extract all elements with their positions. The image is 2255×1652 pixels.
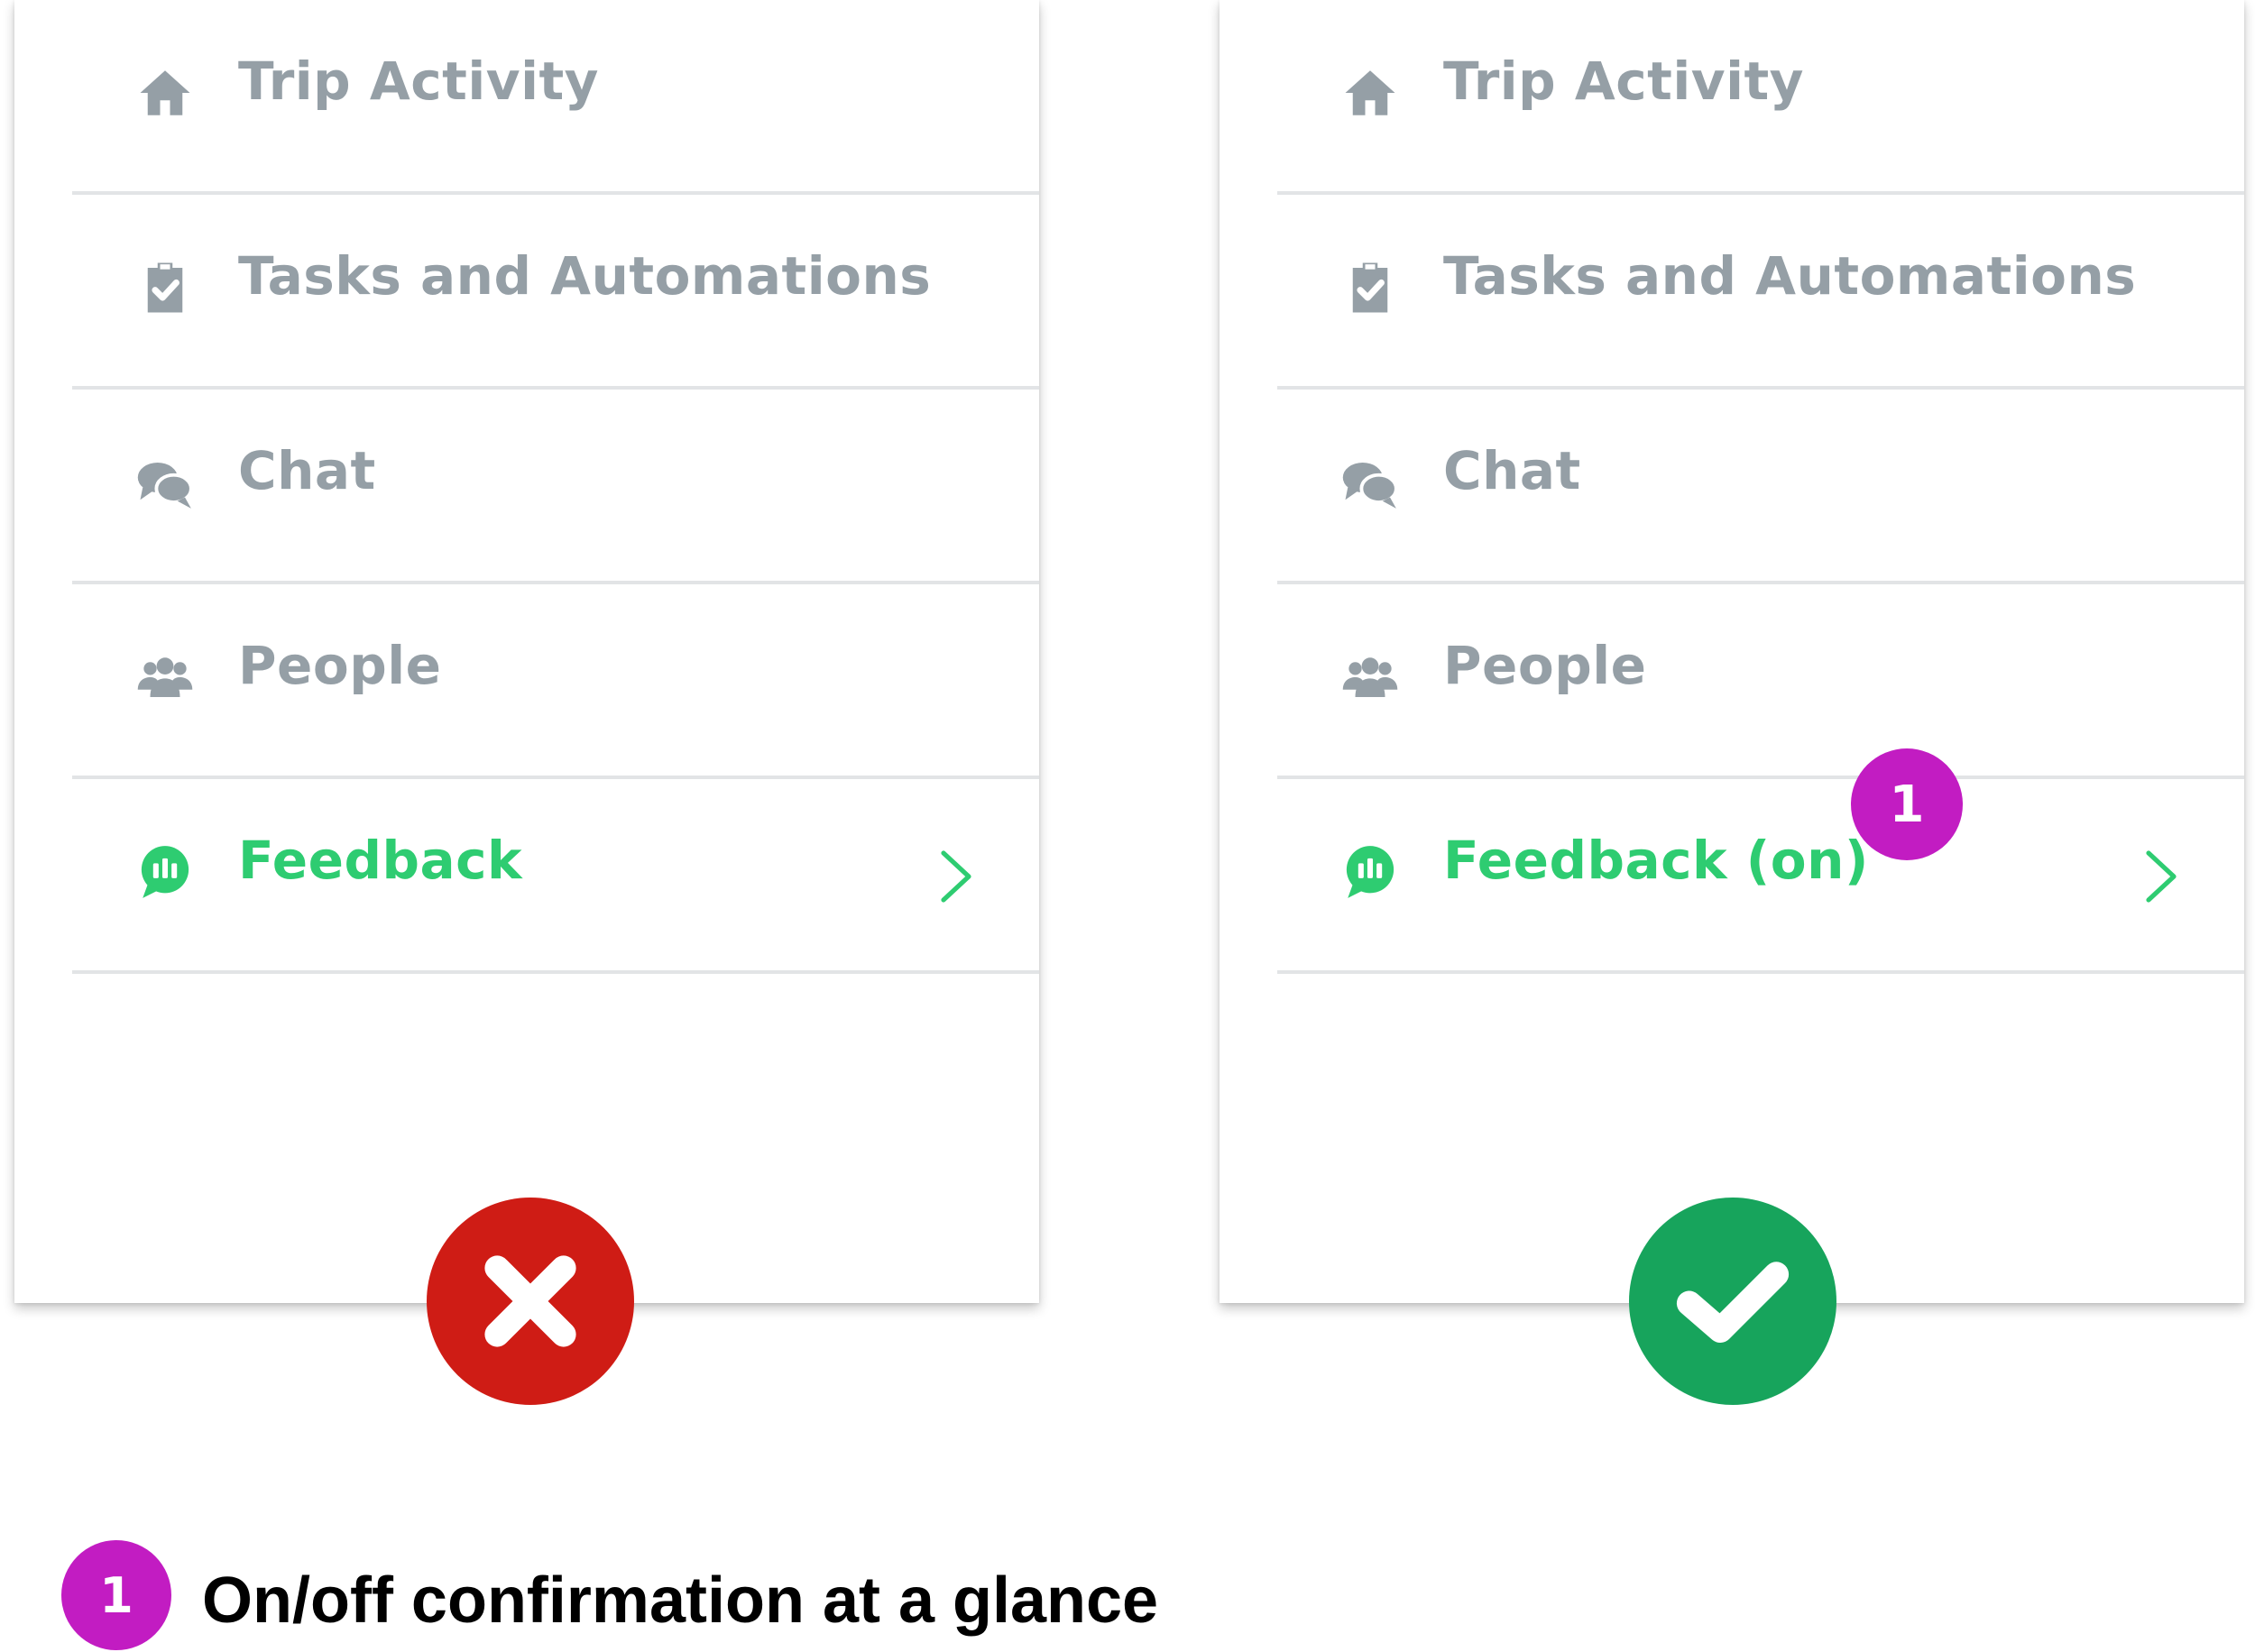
- menu-item-label: Tasks and Automations: [1443, 245, 2137, 307]
- menu-item-label: Trip Activity: [1443, 50, 1804, 112]
- good-example-panel: Trip Activity Tasks and Automations Chat…: [1220, 0, 2244, 1303]
- chevron-right-icon[interactable]: [2143, 848, 2179, 905]
- menu-item-chat[interactable]: Chat: [72, 390, 1039, 584]
- menu-item-people[interactable]: People: [72, 584, 1039, 779]
- clipboard-check-icon: [1340, 258, 1400, 317]
- menu-item-chat[interactable]: Chat: [1277, 390, 2244, 584]
- people-icon: [135, 647, 195, 707]
- people-icon: [1340, 647, 1400, 707]
- chevron-right-icon[interactable]: [938, 848, 974, 905]
- menu-item-label: People: [1443, 635, 1647, 696]
- chat-bubbles-icon: [135, 453, 195, 512]
- legend-text: On/off confirmation at a glance: [202, 1565, 1159, 1637]
- menu-item-label: Chat: [1443, 440, 1581, 501]
- menu-item-feedback[interactable]: Feedback (on): [1277, 779, 2244, 974]
- menu-item-tasks-and-automations[interactable]: Tasks and Automations: [72, 195, 1039, 390]
- chat-bubbles-icon: [1340, 453, 1400, 512]
- legend-number-badge: 1: [61, 1540, 171, 1650]
- annotation-number-badge: 1: [1851, 748, 1963, 860]
- menu-item-tasks-and-automations[interactable]: Tasks and Automations: [1277, 195, 2244, 390]
- home-icon: [1340, 63, 1400, 123]
- menu-item-label: Feedback: [238, 830, 523, 891]
- menu-item-label: Chat: [238, 440, 376, 501]
- menu-item-feedback[interactable]: Feedback: [72, 779, 1039, 974]
- menu-item-people[interactable]: People: [1277, 584, 2244, 779]
- home-icon: [135, 63, 195, 123]
- menu-item-label: Trip Activity: [238, 50, 599, 112]
- menu-item-label: Tasks and Automations: [238, 245, 932, 307]
- clipboard-check-icon: [135, 258, 195, 317]
- x-icon: [427, 1198, 634, 1405]
- check-icon: [1629, 1198, 1836, 1405]
- menu-item-label: Feedback (on): [1443, 830, 1869, 891]
- bad-example-panel: Trip Activity Tasks and Automations Chat…: [14, 0, 1039, 1303]
- feedback-icon: [135, 842, 195, 902]
- menu-item-label: People: [238, 635, 442, 696]
- feedback-icon: [1340, 842, 1400, 902]
- menu-item-trip-activity[interactable]: Trip Activity: [72, 0, 1039, 195]
- menu-item-trip-activity[interactable]: Trip Activity: [1277, 0, 2244, 195]
